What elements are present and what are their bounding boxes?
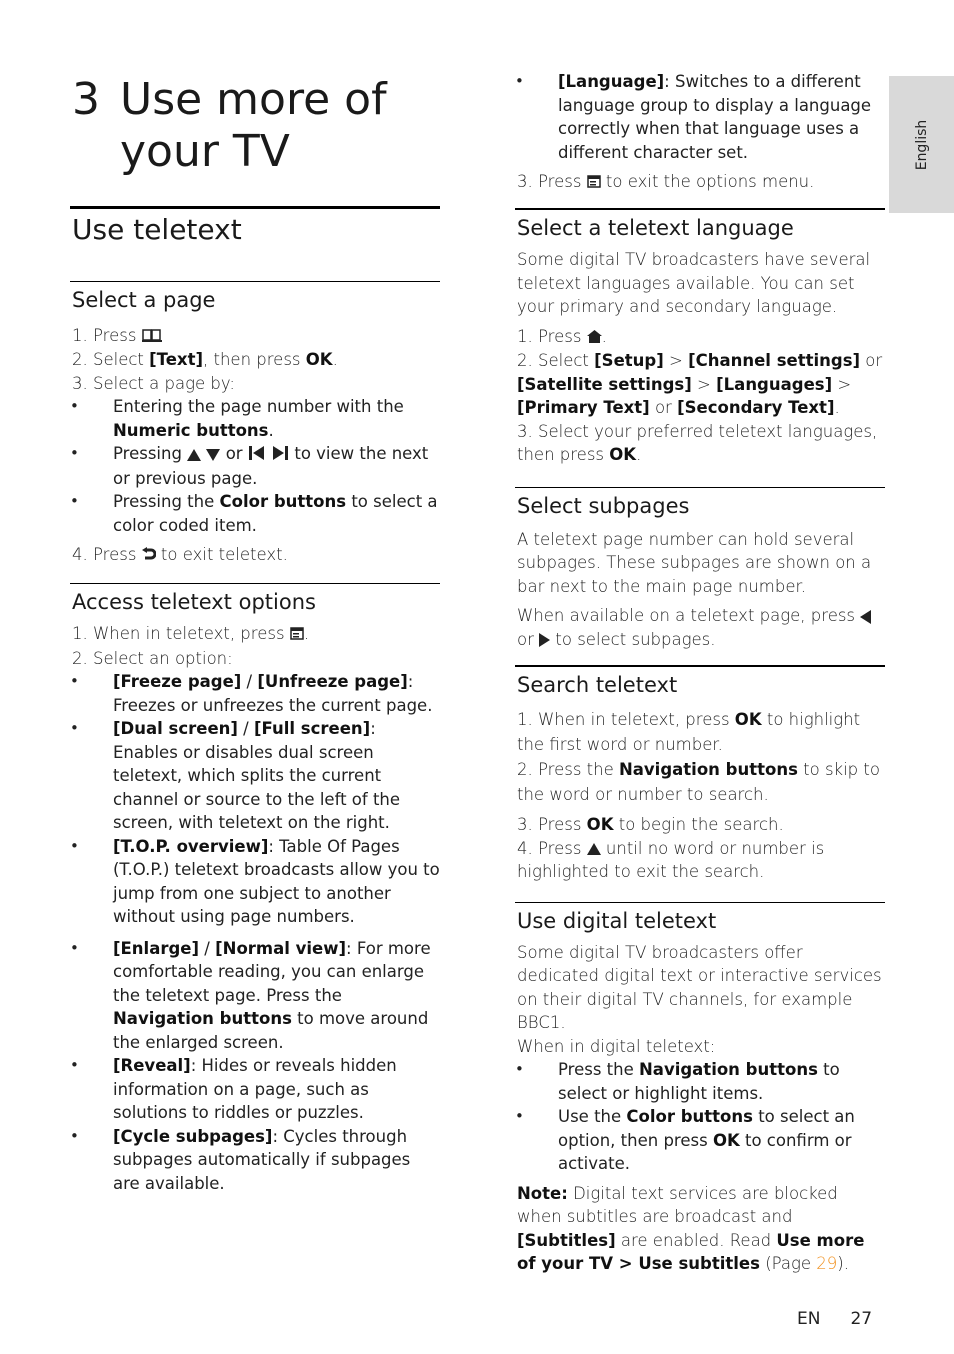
- step: 4. Press to exit teletext.: [70, 543, 440, 567]
- list-item: [Reveal]: Hides or reveals hidden inform…: [70, 1054, 440, 1125]
- home-icon: [586, 326, 602, 350]
- step: 1. Press .: [515, 325, 885, 349]
- section-title: Use teletext: [72, 213, 242, 246]
- note: Note: Digital text services are blocked …: [517, 1183, 865, 1274]
- paragraph: When available on a teletext page, press…: [515, 604, 885, 651]
- options-icon: [586, 171, 601, 195]
- right-arrow-icon: [539, 633, 551, 647]
- page-footer: EN 27: [797, 1309, 872, 1329]
- paragraph: Some digital TV broadcasters have severa…: [517, 250, 871, 317]
- teletext-book-icon: [141, 325, 162, 349]
- back-icon: [141, 544, 157, 568]
- paragraph: A teletext page number can hold several …: [517, 529, 872, 596]
- page-number: 27: [850, 1309, 873, 1329]
- step: 2. Press the Navigation buttons to skip …: [517, 760, 880, 804]
- left-arrow-icon: [860, 609, 872, 624]
- list-item: [Enlarge] / [Normal view]: For more comf…: [70, 937, 440, 1055]
- list-item: Use the Color buttons to select an optio…: [515, 1105, 885, 1176]
- heading-teletext-language: Select a teletext language: [517, 216, 794, 241]
- list-item: [Dual screen] / [Full screen]: Enables o…: [70, 717, 440, 835]
- step: 2. Select [Setup] > [Channel settings] o…: [517, 351, 883, 417]
- down-arrow-icon: [206, 448, 221, 461]
- language-tab-label: English: [913, 119, 930, 170]
- heading-subpages: Select subpages: [517, 493, 690, 518]
- step: 1. Press: [70, 324, 440, 348]
- chapter-number: 3: [72, 74, 100, 125]
- step: 3. Select your preferred teletext langua…: [517, 421, 878, 465]
- skip-next-icon: [271, 443, 289, 467]
- step: 1. When in teletext, press .: [70, 622, 440, 646]
- list-item: Press the Navigation buttons to select o…: [515, 1058, 885, 1105]
- list-item: Entering the page number with the Numeri…: [70, 395, 440, 442]
- step: 3. Press to exit the options menu.: [515, 170, 885, 194]
- heading-select-page: Select a page: [72, 288, 216, 312]
- step: 4. Press until no word or number is high…: [517, 838, 825, 882]
- heading-digital-teletext: Use digital teletext: [517, 908, 717, 933]
- list-item: [Cycle subpages]: Cycles through subpage…: [70, 1125, 440, 1196]
- step: 3. Press OK to begin the search.: [517, 815, 784, 834]
- paragraph: Some digital TV broadcasters offer dedic…: [517, 942, 882, 1033]
- up-arrow-icon: [586, 843, 601, 855]
- step: 2. Select [Text], then press OK.: [72, 350, 338, 370]
- right-column: [Language]: Switches to a different lang…: [515, 70, 885, 1276]
- list-item: [Freeze page] / [Unfreeze page]: Freezes…: [70, 670, 440, 717]
- page-link[interactable]: 29: [816, 1254, 837, 1273]
- heading-search-teletext: Search teletext: [517, 673, 678, 697]
- step: 2. Select an option:: [72, 648, 233, 668]
- up-arrow-icon: [187, 448, 202, 461]
- list-item: Pressing the Color buttons to select a c…: [70, 490, 440, 537]
- chapter-heading: 3 Use more of your TV: [70, 70, 440, 182]
- list-item: Pressing or to view the next or previous…: [70, 442, 440, 490]
- options-icon: [290, 623, 304, 647]
- chapter-title: Use more of your TV: [120, 74, 387, 177]
- footer-lang: EN: [797, 1309, 821, 1329]
- skip-previous-icon: [248, 443, 266, 467]
- heading-teletext-options: Access teletext options: [72, 590, 316, 615]
- list-item: [T.O.P. overview]: Table Of Pages (T.O.P…: [70, 835, 440, 929]
- step: 1. When in teletext, press OK to highlig…: [517, 710, 861, 754]
- list-item: [Language]: Switches to a different lang…: [515, 70, 885, 164]
- paragraph: When in digital teletext:: [517, 1036, 716, 1056]
- language-tab: English: [889, 76, 954, 213]
- left-column: 3 Use more of your TV Use teletext Selec…: [70, 70, 440, 1195]
- step: 3. Select a page by:: [72, 373, 235, 393]
